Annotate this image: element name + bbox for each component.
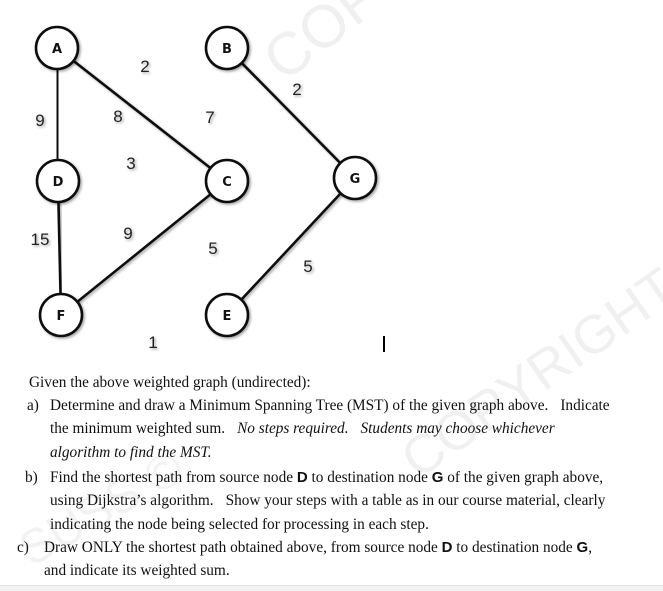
edge-weight-B-C: 7 — [205, 108, 214, 127]
destination-node-label: G — [431, 469, 444, 486]
part-a-italic-note: No steps required. — [237, 420, 349, 438]
source-node-label: D — [296, 469, 308, 486]
part-b-text: Show your steps with a table as in our c… — [225, 492, 606, 510]
part-b-body: Find the shortest path from source node … — [50, 466, 605, 536]
part-a-line-3: algorithm to find the MST. — [50, 441, 610, 464]
part-c-text: to destination node — [452, 539, 577, 556]
weighted-graph-figure: 2 9 8 7 2 3 15 9 5 5 1 A B C D E F G — [31, 25, 378, 352]
part-b-text: Find the shortest path from source node — [50, 469, 297, 486]
part-c-body: Draw ONLY the shortest path obtained abo… — [44, 536, 592, 583]
graph-node-C: C — [204, 158, 250, 204]
part-b-line-3: indicating the node being selected for p… — [50, 513, 605, 536]
node-label: B — [222, 42, 232, 57]
edge-weight-F-E: 1 — [148, 333, 157, 352]
part-c-text: and indicate its weighted sum. — [44, 562, 230, 580]
question-intro: Given the above weighted graph (undirect… — [29, 374, 311, 391]
part-a-marker: a) — [27, 397, 39, 414]
part-a-body: Determine and draw a Minimum Spanning Tr… — [50, 394, 610, 464]
destination-node-label: G — [576, 539, 589, 556]
edge-weight-D-F: 15 — [31, 230, 50, 249]
part-a-italic-note: Students may choose whichever — [360, 420, 555, 438]
node-label: E — [223, 309, 232, 324]
edge-weight-A-D: 9 — [35, 111, 44, 130]
edge-F-C — [60, 179, 228, 317]
graph-node-B: B — [204, 25, 250, 71]
part-c-line-2: and indicate its weighted sum. — [44, 559, 592, 582]
part-c-line-1: Draw ONLY the shortest path obtained abo… — [44, 536, 592, 559]
part-c-text: , — [588, 539, 593, 556]
edge-B-G — [226, 47, 356, 179]
part-b-line-1: Find the shortest path from source node … — [50, 466, 605, 489]
edge-weight-E-G: 5 — [303, 257, 312, 276]
part-c-text: Draw ONLY the shortest path obtained abo… — [44, 539, 442, 556]
part-b-marker: b) — [25, 469, 38, 486]
part-a-line-1: Determine and draw a Minimum Spanning Tr… — [50, 394, 610, 417]
part-b-text: indicating the node being selected for p… — [50, 515, 429, 533]
graph-node-D: D — [35, 158, 81, 204]
part-b-text: of the given graph above, — [443, 469, 604, 486]
edge-weight-A-C: 8 — [113, 107, 122, 126]
edge-weight-B-G: 2 — [292, 80, 301, 99]
graph-node-A: A — [34, 25, 80, 71]
edge-weight-F-C: 9 — [123, 224, 132, 243]
part-b-text: to destination node — [307, 469, 432, 486]
node-label: D — [53, 175, 64, 190]
part-a-text: Indicate — [560, 397, 610, 414]
graph-node-F: F — [38, 292, 84, 338]
part-b-line-2: using Dijkstra’s algorithm. Show your ste… — [50, 489, 605, 512]
edge-weight-D-C: 3 — [126, 154, 135, 173]
part-a-italic-note: algorithm to find the MST. — [50, 443, 212, 461]
edge-E-G — [226, 177, 356, 316]
part-c-marker: c) — [17, 539, 29, 556]
node-label: G — [350, 172, 361, 187]
part-b-text: using Dijkstra’s algorithm. — [50, 492, 214, 510]
graph-node-G: G — [332, 155, 378, 201]
document-page: COPYRIGHT COPYRIGHT SUSS © 298723159551 … — [0, 0, 663, 585]
node-label: F — [57, 309, 66, 324]
graph-node-E: E — [204, 292, 250, 338]
text-cursor — [383, 336, 385, 352]
part-a-line-2: the minimum weighted sum. No steps requir… — [50, 417, 610, 440]
node-label: A — [52, 42, 62, 57]
source-node-label: D — [441, 539, 453, 556]
page-bottom-edge — [0, 585, 663, 591]
edge-weight-C-E: 5 — [208, 239, 217, 258]
edge-weight-A-B: 2 — [140, 57, 149, 76]
part-a-text: the minimum weighted sum. — [50, 420, 226, 438]
node-label: C — [222, 175, 232, 190]
part-a-text: Determine and draw a Minimum Spanning Tr… — [50, 397, 549, 414]
